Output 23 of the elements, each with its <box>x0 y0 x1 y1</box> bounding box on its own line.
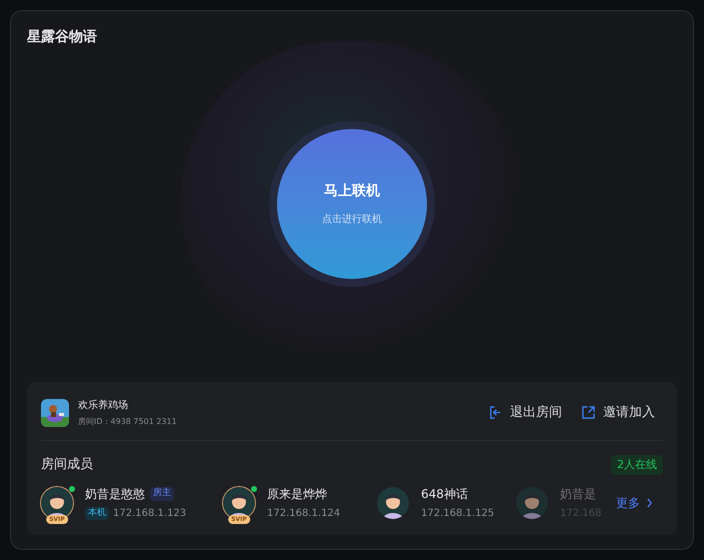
host-badge: 房主 <box>150 487 174 501</box>
member-ip: 172.168.1.124 <box>267 507 340 521</box>
member-ip: 172.168.1.123 <box>113 507 186 521</box>
online-count-badge: 2人在线 <box>611 454 663 475</box>
avatar <box>516 487 548 519</box>
member-ip: 172.168.1.125 <box>421 507 494 521</box>
member-name: 奶昔是 <box>560 486 596 503</box>
chevron-right-icon <box>646 498 653 508</box>
connect-button[interactable]: 马上联机 点击进行联机 <box>277 128 427 279</box>
share-icon <box>582 406 595 419</box>
member-name: 原来是烨烨 <box>267 486 327 503</box>
window-title: 星露谷物语 <box>27 28 98 47</box>
exit-icon <box>489 406 502 419</box>
members-title: 房间成员 <box>41 456 93 474</box>
local-badge: 本机 <box>85 506 109 520</box>
more-link[interactable]: 更多 <box>616 494 653 512</box>
room-id: 房间ID：4938 7501 2311 <box>78 416 177 428</box>
room-name: 欢乐养鸡场 <box>78 398 129 412</box>
member-name: 648神话 <box>421 486 468 503</box>
member-name: 奶昔是憨憨 <box>85 486 145 503</box>
avatar <box>377 487 409 519</box>
exit-room-button[interactable]: 退出房间 <box>489 402 562 422</box>
invite-button[interactable]: 邀请加入 <box>582 402 655 422</box>
